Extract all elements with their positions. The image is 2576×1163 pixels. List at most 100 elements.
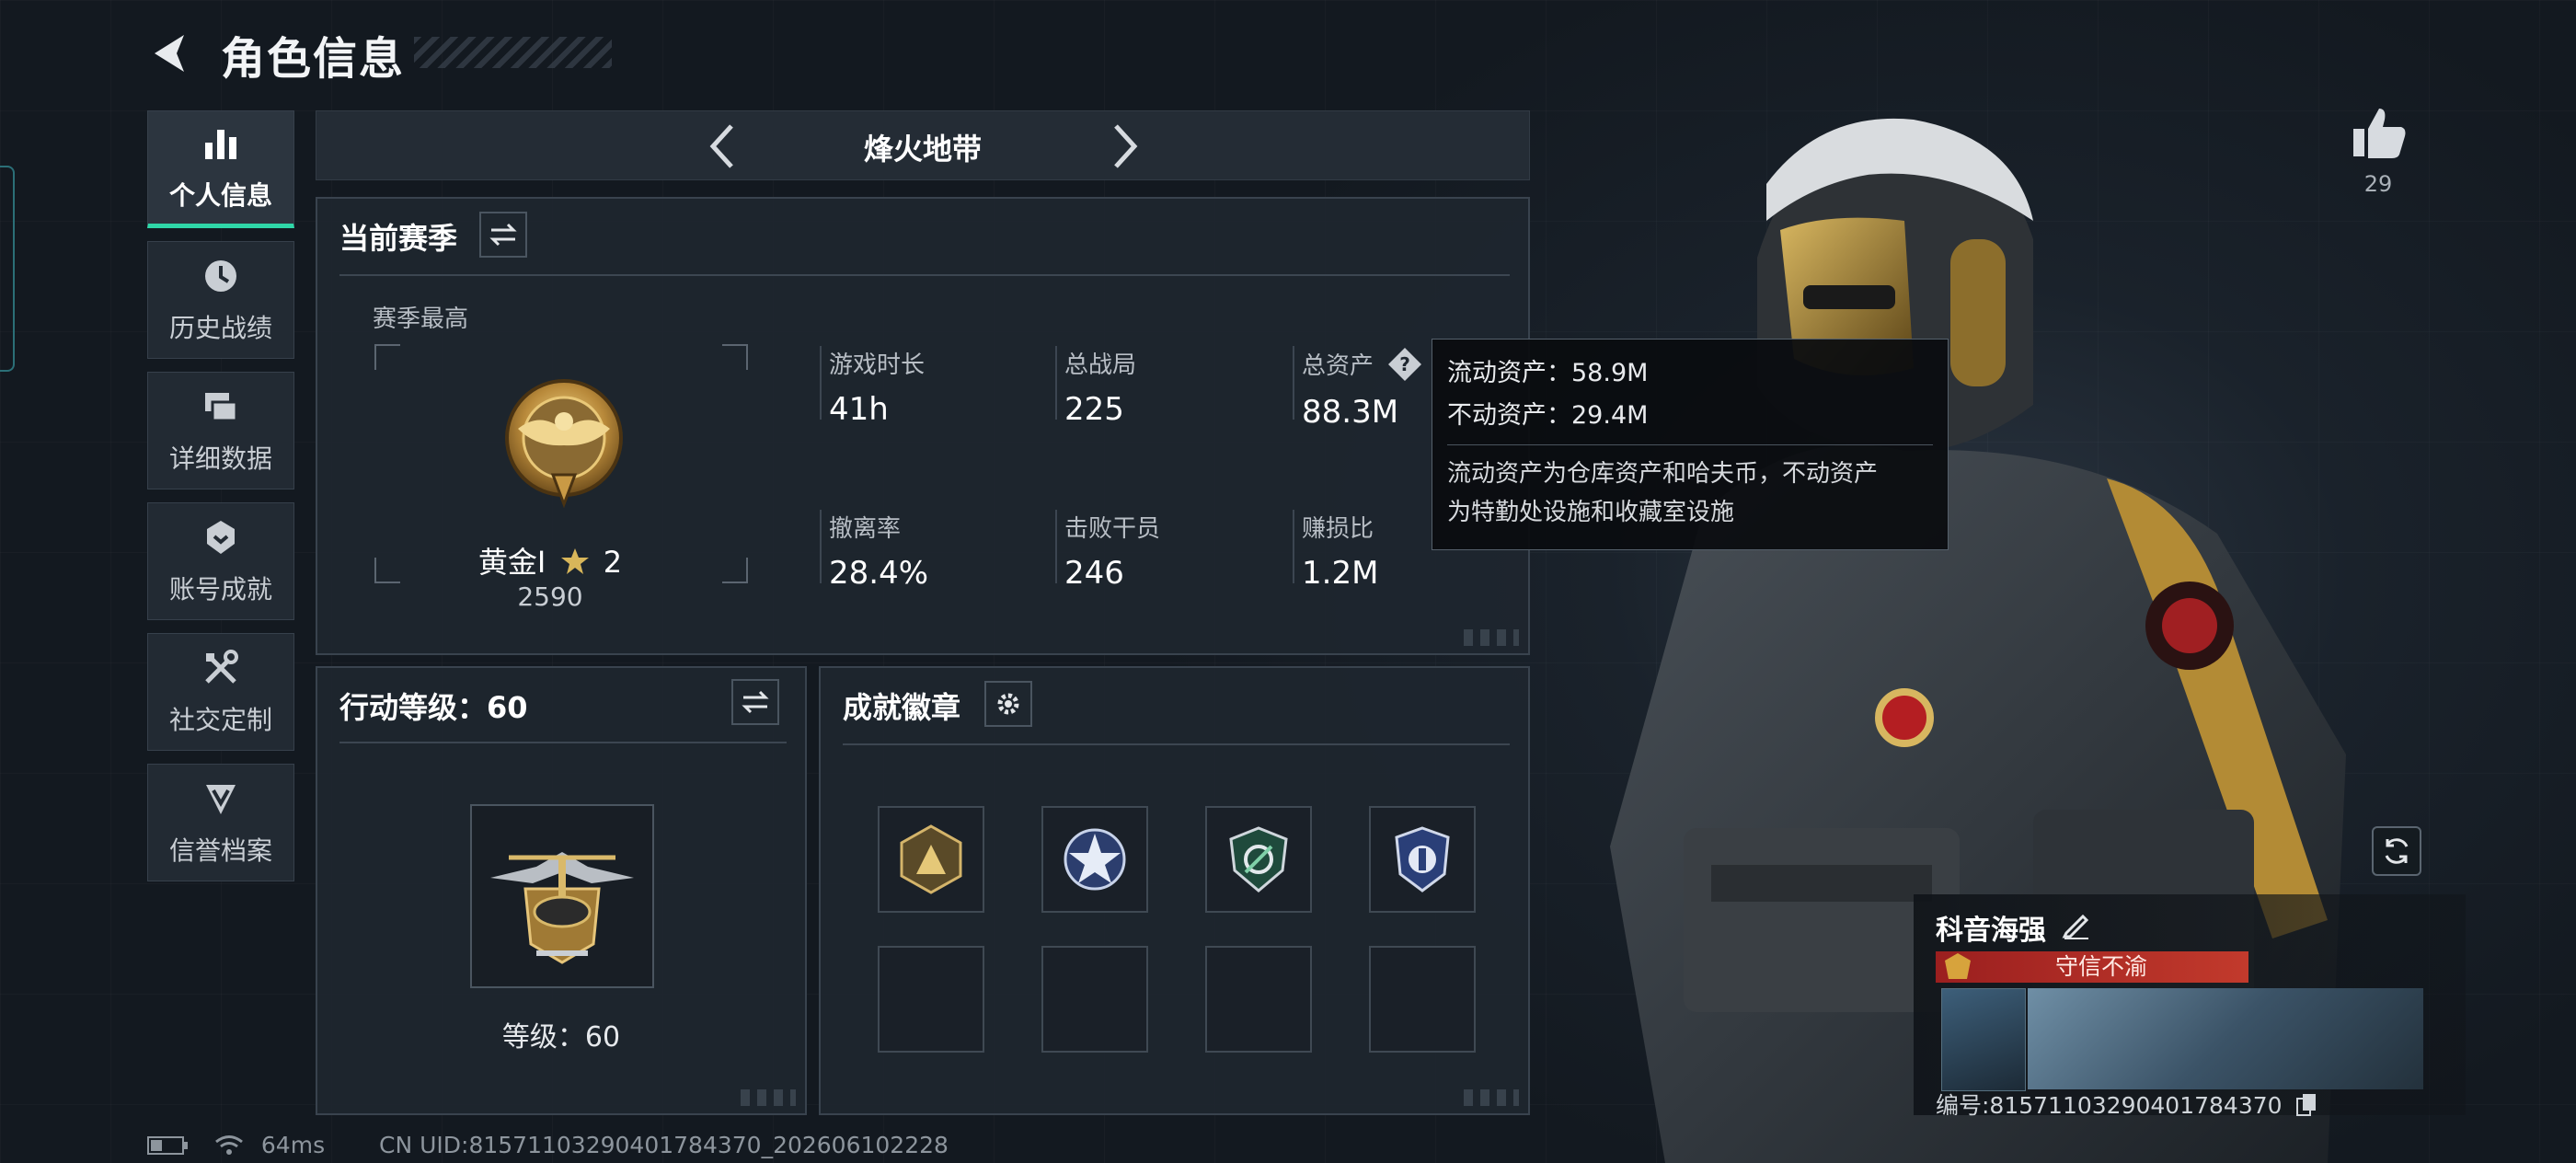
pencil-icon bbox=[2062, 914, 2089, 939]
badge-slot-3[interactable] bbox=[1205, 806, 1312, 913]
nav-label: 历史战绩 bbox=[168, 313, 272, 343]
star-wreath-badge-icon bbox=[1064, 828, 1126, 891]
nav-item-history[interactable]: 历史战绩 bbox=[147, 241, 294, 359]
tooltip-desc-line1: 流动资产为仓库资产和哈夫币，不动资产 bbox=[1447, 460, 1879, 488]
player-id: 编号:815711032904017843​70 bbox=[1936, 1092, 2283, 1119]
tooltip-desc-line2: 为特勤处设施和收藏室设施 bbox=[1447, 499, 1735, 526]
pyramid-badge-icon bbox=[900, 824, 962, 894]
refresh-icon bbox=[2385, 838, 2409, 864]
honor-title: 守信不渝 bbox=[2055, 953, 2148, 980]
level-title: 行动等级：60 bbox=[339, 690, 528, 725]
season-switch-button[interactable] bbox=[479, 212, 527, 258]
stat-value: 41h bbox=[829, 391, 889, 428]
corner-decoration bbox=[1464, 629, 1519, 646]
back-button[interactable] bbox=[147, 29, 195, 77]
divider bbox=[339, 742, 787, 743]
stat-label: 总资产 bbox=[1302, 352, 1374, 380]
badge-slot-4[interactable] bbox=[1369, 806, 1476, 913]
edit-name-button[interactable] bbox=[2061, 909, 2092, 940]
title-decoration bbox=[414, 37, 612, 68]
blue-shield-badge-icon bbox=[1395, 826, 1450, 892]
badge-slot-empty[interactable] bbox=[1041, 946, 1148, 1053]
honor-emblem-icon bbox=[1945, 953, 1971, 979]
rank-score: 2590 bbox=[517, 582, 583, 612]
rank-name: 黄金I bbox=[477, 545, 546, 580]
assets-tooltip: 流动资产：58.9M 不动资产：29.4M 流动资产为仓库资产和哈夫币，不动资产… bbox=[1432, 339, 1949, 550]
like-count: 29 bbox=[2363, 171, 2393, 197]
emerald-shield-badge-icon bbox=[1229, 826, 1288, 892]
tools-icon bbox=[200, 647, 242, 689]
tooltip-fixed-assets: 不动资产：29.4M bbox=[1447, 401, 1649, 430]
like-button[interactable] bbox=[2350, 103, 2409, 162]
nav-item-social-custom[interactable]: 社交定制 bbox=[147, 633, 294, 751]
corner-decoration bbox=[1464, 1089, 1519, 1106]
mode-next-button[interactable] bbox=[1098, 117, 1154, 176]
page-title: 角色信息 bbox=[221, 33, 406, 85]
nav-item-detail-data[interactable]: 详细数据 bbox=[147, 372, 294, 489]
player-name: 科音海强 bbox=[1936, 915, 2046, 947]
stat-label-row: 总资产 ? bbox=[1302, 346, 1423, 383]
mode-title: 烽火地带 bbox=[863, 132, 982, 167]
badge-slot-1[interactable] bbox=[878, 806, 984, 913]
badge-slot-empty[interactable] bbox=[1205, 946, 1312, 1053]
level-switch-button[interactable] bbox=[731, 679, 779, 725]
stat-play-time: 游戏时长 41h bbox=[820, 346, 925, 428]
stat-value: 1.2M bbox=[1302, 555, 1379, 592]
mode-selector: 烽火地带 bbox=[316, 110, 1530, 180]
stat-value: 225 bbox=[1064, 391, 1124, 428]
nav-item-credit-file[interactable]: 信誉档案 bbox=[147, 764, 294, 881]
achievement-icon bbox=[200, 516, 242, 558]
wifi-icon bbox=[215, 1135, 243, 1155]
tooltip-liquid-assets: 流动资产：58.9M bbox=[1447, 359, 1649, 387]
name-card-banner bbox=[2028, 988, 2423, 1089]
badges-panel: 成就徽章 bbox=[819, 666, 1530, 1115]
uid-text: CN UID:815711032904017843​70_20260610222… bbox=[379, 1132, 949, 1158]
stat-total-matches: 总战局 225 bbox=[1055, 346, 1137, 428]
nav-label: 账号成就 bbox=[168, 574, 272, 605]
nav-item-personal-info[interactable]: 个人信息 bbox=[147, 110, 294, 228]
badge-slot-2[interactable] bbox=[1041, 806, 1148, 913]
badge-settings-button[interactable] bbox=[984, 681, 1032, 727]
season-panel: 当前赛季 赛季最高 黄金I 2 2590 游戏时长 41h 总战局 225 总资… bbox=[316, 197, 1530, 655]
nav-label: 详细数据 bbox=[168, 443, 272, 474]
stat-label: 总战局 bbox=[1064, 351, 1137, 379]
badge-slot-empty[interactable] bbox=[1369, 946, 1476, 1053]
level-panel: 行动等级：60 等级：60 bbox=[316, 666, 807, 1115]
rotate-view-button[interactable] bbox=[2372, 826, 2421, 876]
avatar[interactable] bbox=[1941, 988, 2026, 1091]
stat-value: 246 bbox=[1064, 555, 1124, 592]
battery-icon bbox=[147, 1136, 188, 1155]
badge-slot-empty[interactable] bbox=[878, 946, 984, 1053]
credit-shield-icon bbox=[200, 777, 242, 820]
stat-value: 88.3M bbox=[1302, 394, 1399, 431]
nav-label: 信誉档案 bbox=[168, 835, 272, 866]
rank-name-row: 黄金I 2 bbox=[363, 539, 737, 582]
swap-icon bbox=[742, 690, 769, 714]
edge-decoration bbox=[0, 166, 15, 372]
player-id-row: 编号:815711032904017843​70 bbox=[1936, 1088, 2317, 1121]
player-card: 科音海强 守信不渝 编号:815711032904017843​70 bbox=[1914, 894, 2466, 1119]
nav-label: 社交定制 bbox=[168, 705, 272, 735]
stat-total-assets: 总资产 ? 88.3M bbox=[1293, 346, 1423, 431]
stat-kills: 击败干员 246 bbox=[1055, 510, 1161, 592]
chevron-right-icon bbox=[1114, 124, 1138, 168]
bar-chart-icon bbox=[200, 122, 242, 165]
corner-decoration bbox=[741, 1089, 796, 1106]
rank-stars: 2 bbox=[603, 545, 623, 580]
clock-icon bbox=[200, 255, 242, 297]
nav-label: 个人信息 bbox=[168, 180, 272, 211]
help-icon[interactable]: ? bbox=[1386, 346, 1423, 383]
stat-label: 赚损比 bbox=[1302, 515, 1374, 543]
nav-item-achievements[interactable]: 账号成就 bbox=[147, 502, 294, 620]
honor-title-bar: 守信不渝 bbox=[1936, 951, 2248, 983]
season-best-label: 赛季最高 bbox=[373, 305, 469, 333]
season-title: 当前赛季 bbox=[339, 221, 458, 256]
stat-extract-rate: 撤离率 28.4% bbox=[820, 510, 928, 592]
gold-rank-medal-icon bbox=[505, 379, 623, 509]
gear-icon bbox=[997, 693, 1019, 715]
level-text: 等级：60 bbox=[501, 1021, 621, 1054]
copy-icon[interactable] bbox=[2295, 1093, 2317, 1117]
divider bbox=[339, 274, 1510, 276]
stat-label: 击败干员 bbox=[1064, 515, 1161, 543]
tooltip-divider bbox=[1447, 444, 1933, 445]
